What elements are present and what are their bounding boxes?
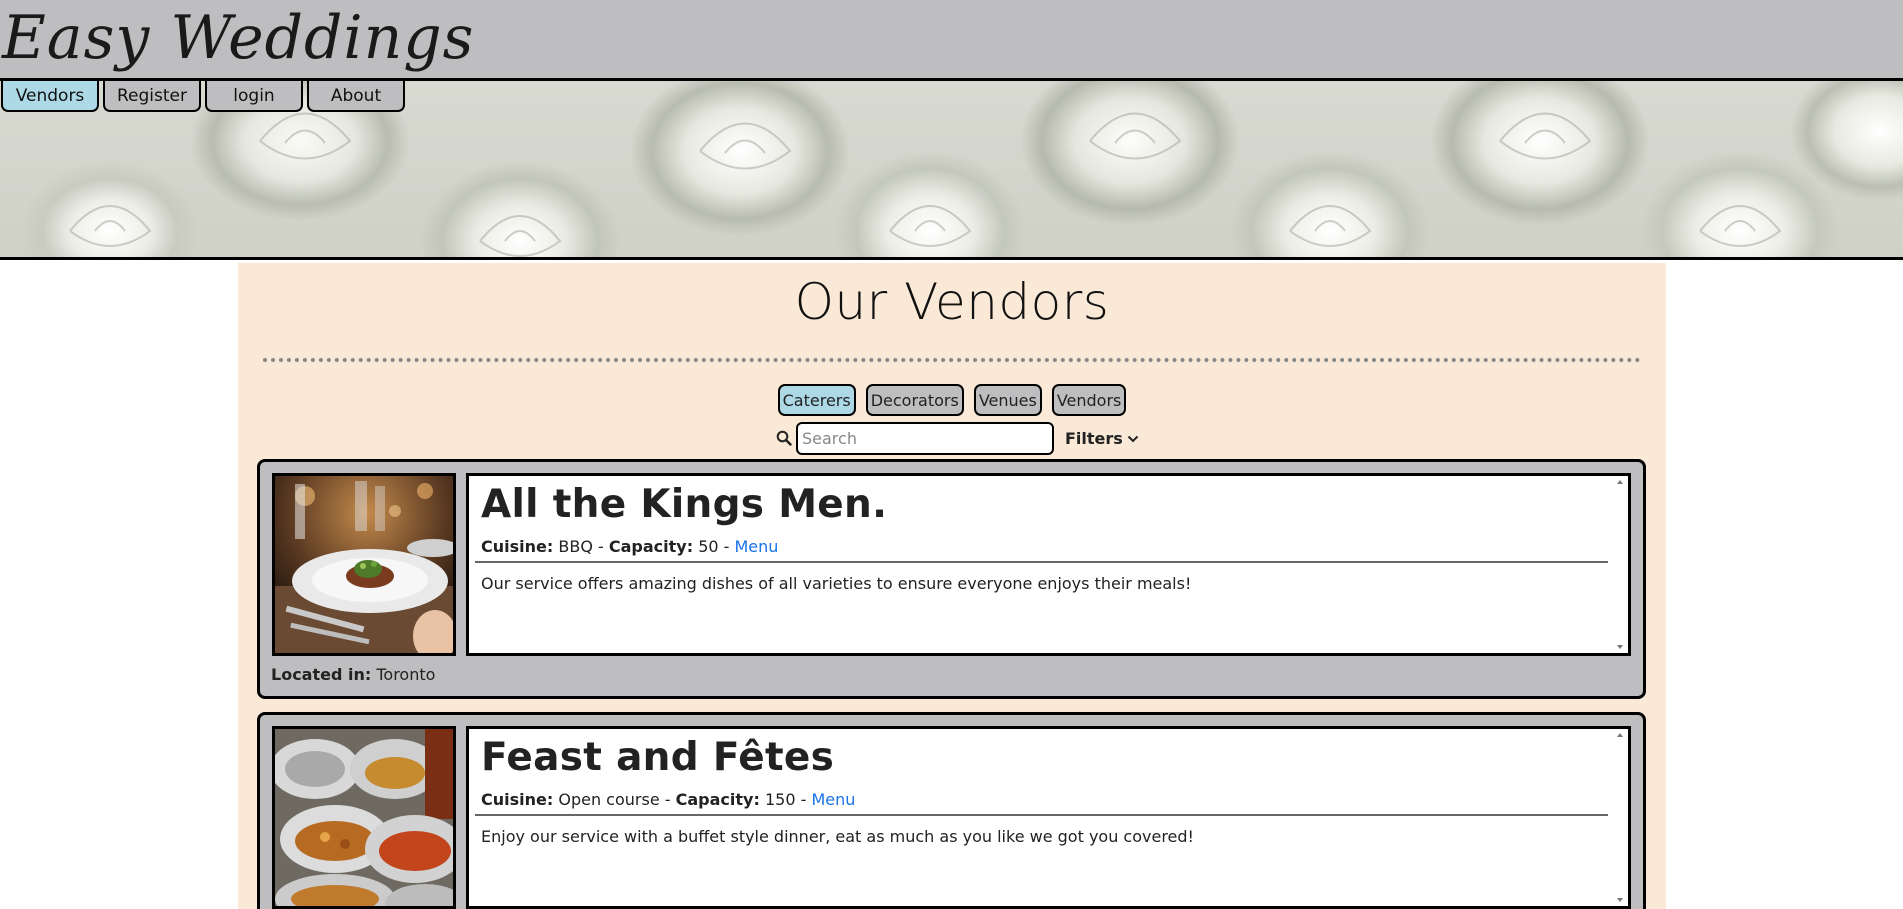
capacity-value: 150 [764, 790, 796, 809]
search-icon [774, 428, 794, 448]
vendor-image [272, 726, 456, 909]
chevron-down-icon [1127, 429, 1139, 448]
scroll-up-arrow-icon[interactable] [1617, 480, 1623, 484]
search-input[interactable] [796, 421, 1054, 455]
vendor-details: All the Kings Men. Cuisine: BBQ - Capaci… [466, 473, 1631, 656]
page-title: Our Vendors [794, 273, 1110, 331]
vendors-panel: Our Vendors Caterers Decorators Venues V… [238, 263, 1666, 909]
vendor-card: All the Kings Men. Cuisine: BBQ - Capaci… [257, 459, 1646, 699]
card-divider [475, 561, 1608, 563]
vendor-location: Located in: Toronto [271, 665, 435, 684]
vendor-name: Feast and Fêtes [481, 735, 835, 780]
scrollbar[interactable] [1614, 478, 1626, 651]
nav-tab-about[interactable]: About [307, 81, 405, 112]
cuisine-value: BBQ [558, 537, 593, 556]
dotted-divider [263, 358, 1641, 362]
card-divider [475, 814, 1608, 816]
cuisine-label: Cuisine: [481, 537, 554, 556]
tab-decorators[interactable]: Decorators [865, 384, 964, 416]
main-nav: Vendors Register login About [0, 81, 405, 113]
menu-link[interactable]: Menu [811, 790, 855, 809]
nav-tab-register[interactable]: Register [103, 81, 201, 112]
filters-label: Filters [1065, 428, 1123, 448]
scrollbar[interactable] [1614, 731, 1626, 904]
vendor-meta: Cuisine: Open course - Capacity: 150 - M… [481, 790, 856, 809]
scroll-down-arrow-icon[interactable] [1617, 898, 1623, 902]
filters-dropdown[interactable]: Filters [1065, 429, 1139, 448]
search-row: Filters [774, 421, 1139, 455]
vendor-name: All the Kings Men. [481, 482, 888, 527]
site-title: Easy Weddings [2, 3, 475, 73]
vendor-card: Feast and Fêtes Cuisine: Open course - C… [257, 712, 1646, 909]
vendor-details: Feast and Fêtes Cuisine: Open course - C… [466, 726, 1631, 909]
vendor-description: Enjoy our service with a buffet style di… [481, 827, 1194, 846]
vendor-image [272, 473, 456, 656]
vendor-meta: Cuisine: BBQ - Capacity: 50 - Menu [481, 537, 779, 556]
cuisine-label: Cuisine: [481, 790, 554, 809]
tab-caterers[interactable]: Caterers [777, 384, 856, 416]
nav-tab-vendors[interactable]: Vendors [1, 81, 99, 112]
scroll-down-arrow-icon[interactable] [1617, 645, 1623, 649]
cuisine-value: Open course [558, 790, 660, 809]
scroll-up-arrow-icon[interactable] [1617, 733, 1623, 737]
capacity-label: Capacity: [608, 537, 694, 556]
location-value: Toronto [376, 665, 436, 684]
menu-link[interactable]: Menu [735, 537, 779, 556]
capacity-value: 50 [698, 537, 719, 556]
tab-venues[interactable]: Venues [973, 384, 1042, 416]
site-header: Easy Weddings [0, 0, 1903, 81]
nav-tab-login[interactable]: login [205, 81, 303, 112]
tab-vendors[interactable]: Vendors [1051, 384, 1127, 416]
vendor-description: Our service offers amazing dishes of all… [481, 574, 1192, 593]
capacity-label: Capacity: [675, 790, 760, 809]
location-label: Located in: [271, 665, 372, 684]
category-tabs: Caterers Decorators Venues Vendors [238, 384, 1666, 416]
